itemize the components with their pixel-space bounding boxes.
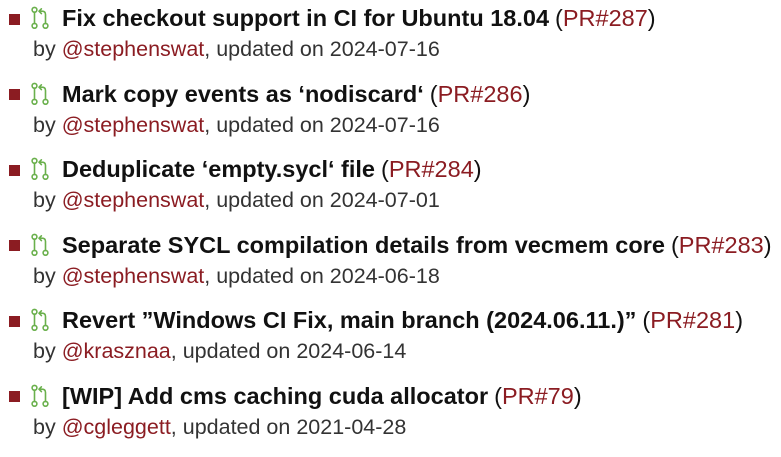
- pull-request-heading: Deduplicate ‘empty.sycl‘ file (PR#284): [7, 155, 781, 183]
- pull-request-item: Deduplicate ‘empty.sycl‘ file (PR#284) b…: [7, 155, 781, 231]
- updated-label: , updated on: [204, 113, 324, 137]
- bullet-square: [9, 89, 20, 100]
- pull-request-item: Mark copy events as ‘nodiscard‘ (PR#286)…: [7, 80, 781, 156]
- pull-request-icon: [30, 157, 50, 181]
- updated-date: 2024-06-14: [296, 339, 406, 363]
- bullet-square: [9, 240, 20, 251]
- pull-request-icon: [30, 308, 50, 332]
- by-label: by: [33, 415, 56, 439]
- pull-request-link[interactable]: PR#79: [502, 383, 574, 409]
- pull-request-heading: Revert ”Windows CI Fix, main branch (202…: [7, 306, 781, 334]
- pull-request-number: (PR#284): [381, 155, 482, 183]
- pull-request-title: [WIP] Add cms caching cuda allocator: [62, 382, 488, 410]
- updated-date: 2024-07-01: [330, 188, 440, 212]
- pull-request-item: [WIP] Add cms caching cuda allocator (PR…: [7, 382, 781, 457]
- author-link[interactable]: @stephenswat: [62, 113, 205, 137]
- updated-date: 2021-04-28: [296, 415, 406, 439]
- pull-request-heading: [WIP] Add cms caching cuda allocator (PR…: [7, 382, 781, 410]
- pull-request-item: Fix checkout support in CI for Ubuntu 18…: [7, 4, 781, 80]
- pull-request-link[interactable]: PR#281: [650, 307, 735, 333]
- pull-request-meta: by @stephenswat, updated on 2024-07-16: [7, 108, 781, 142]
- updated-label: , updated on: [171, 415, 291, 439]
- pull-request-heading: Mark copy events as ‘nodiscard‘ (PR#286): [7, 80, 781, 108]
- pull-request-meta: by @stephenswat, updated on 2024-07-16: [7, 32, 781, 66]
- pull-request-link[interactable]: PR#287: [563, 5, 648, 31]
- pull-request-icon: [30, 82, 50, 106]
- pull-request-number: (PR#286): [430, 80, 531, 108]
- by-label: by: [33, 113, 56, 137]
- pull-request-item: Separate SYCL compilation details from v…: [7, 231, 781, 307]
- pull-request-meta: by @stephenswat, updated on 2024-06-18: [7, 259, 781, 293]
- by-label: by: [33, 37, 56, 61]
- pull-request-meta: by @stephenswat, updated on 2024-07-01: [7, 183, 781, 217]
- pull-request-title: Mark copy events as ‘nodiscard‘: [62, 80, 424, 108]
- by-label: by: [33, 188, 56, 212]
- pull-request-title: Deduplicate ‘empty.sycl‘ file: [62, 155, 375, 183]
- pull-request-heading: Fix checkout support in CI for Ubuntu 18…: [7, 4, 781, 32]
- pull-request-meta: by @krasznaa, updated on 2024-06-14: [7, 334, 781, 368]
- pull-request-title: Revert ”Windows CI Fix, main branch (202…: [62, 306, 636, 334]
- updated-label: , updated on: [204, 264, 324, 288]
- pull-request-number: (PR#287): [555, 4, 656, 32]
- pull-request-link[interactable]: PR#284: [389, 156, 474, 182]
- pull-request-number: (PR#281): [642, 306, 743, 334]
- updated-label: , updated on: [171, 339, 291, 363]
- pull-request-list: Fix checkout support in CI for Ubuntu 18…: [0, 0, 781, 457]
- pull-request-number: (PR#283): [671, 231, 772, 259]
- author-link[interactable]: @stephenswat: [62, 188, 205, 212]
- pull-request-title: Separate SYCL compilation details from v…: [62, 231, 665, 259]
- pull-request-meta: by @cgleggett, updated on 2021-04-28: [7, 410, 781, 444]
- updated-label: , updated on: [204, 188, 324, 212]
- pull-request-heading: Separate SYCL compilation details from v…: [7, 231, 781, 259]
- author-link[interactable]: @cgleggett: [62, 415, 171, 439]
- pull-request-icon: [30, 233, 50, 257]
- updated-date: 2024-07-16: [330, 37, 440, 61]
- bullet-square: [9, 14, 20, 25]
- bullet-square: [9, 391, 20, 402]
- by-label: by: [33, 264, 56, 288]
- by-label: by: [33, 339, 56, 363]
- pull-request-link[interactable]: PR#286: [438, 81, 523, 107]
- author-link[interactable]: @stephenswat: [62, 264, 205, 288]
- pull-request-link[interactable]: PR#283: [679, 232, 764, 258]
- pull-request-title: Fix checkout support in CI for Ubuntu 18…: [62, 4, 549, 32]
- updated-date: 2024-07-16: [330, 113, 440, 137]
- pull-request-icon: [30, 384, 50, 408]
- author-link[interactable]: @stephenswat: [62, 37, 205, 61]
- author-link[interactable]: @krasznaa: [62, 339, 171, 363]
- updated-label: , updated on: [204, 37, 324, 61]
- updated-date: 2024-06-18: [330, 264, 440, 288]
- bullet-square: [9, 316, 20, 327]
- pull-request-icon: [30, 6, 50, 30]
- pull-request-number: (PR#79): [494, 382, 582, 410]
- pull-request-item: Revert ”Windows CI Fix, main branch (202…: [7, 306, 781, 382]
- bullet-square: [9, 165, 20, 176]
